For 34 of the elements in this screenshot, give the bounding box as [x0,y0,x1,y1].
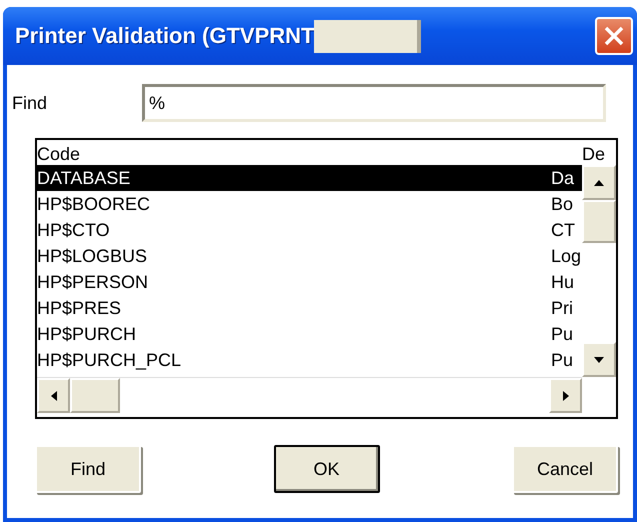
code-cell-text: HP$LOGBUS [37,246,148,266]
scroll-thumb[interactable] [70,378,120,413]
scroll-left-button[interactable] [37,378,70,413]
scroll-thumb[interactable] [582,200,616,243]
code-cell-text: HP$PURCH [37,324,138,344]
code-cell-text: DATABASE [37,168,132,188]
window-title: Printer Validation (GTVPRNT [15,23,314,49]
list-row[interactable]: DATABASE Da [37,165,582,191]
description-cell-text: Da [551,168,576,188]
scroll-down-button[interactable] [582,342,616,377]
description-cell-text: Pu [551,350,574,370]
find-field[interactable]: % [142,84,606,122]
description-cell: Log [551,246,582,266]
dialog-button[interactable]: Find [35,445,141,493]
code-cell-text: HP$PURCH_PCL [37,350,182,370]
description-cell-text: Pu [551,324,574,344]
dialog-button[interactable]: OK [274,445,380,493]
vertical-scrollbar[interactable] [582,165,616,377]
close-button[interactable] [595,17,633,55]
column-header: Code [37,143,82,165]
column-header: De [582,143,606,165]
scroll-up-button[interactable] [582,165,616,200]
description-cell-text: Bo [551,194,574,214]
close-icon [603,25,625,47]
scroll-right-button[interactable] [549,378,582,413]
code-cell-text: HP$PERSON [37,272,150,292]
code-cell-text: HP$BOOREC [37,194,152,214]
code-cell-text: HP$PRES [37,298,122,318]
description-cell-text: CT [551,220,576,240]
dialog-button[interactable]: Cancel [512,445,618,493]
description-cell-text: Hu [551,272,576,292]
find-label: Find [12,92,48,114]
description-cell-text: Pri [551,298,574,318]
code-cell-text: HP$CTO [37,220,111,240]
